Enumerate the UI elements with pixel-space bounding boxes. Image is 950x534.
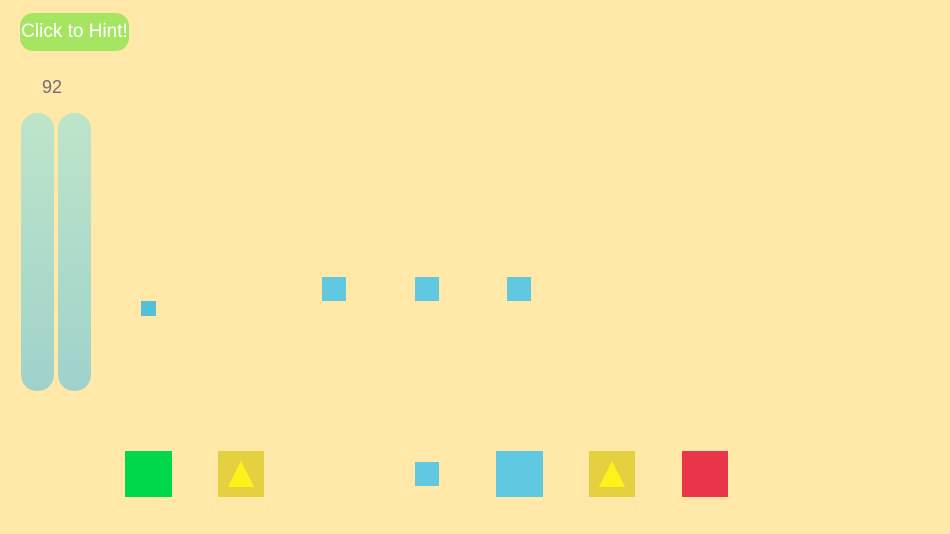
triangle-icon <box>228 461 254 487</box>
progress-bar-left <box>21 113 54 391</box>
progress-bar-right <box>58 113 91 391</box>
board-tile[interactable] <box>415 277 439 301</box>
hint-button[interactable]: Click to Hint! <box>20 13 129 51</box>
counter-value: 92 <box>41 77 63 97</box>
tray-tile-blue[interactable] <box>496 451 543 497</box>
triangle-icon <box>599 461 625 487</box>
board-tile[interactable] <box>322 277 346 301</box>
tray-tile-green[interactable] <box>125 451 172 497</box>
tray-tile-blue-small[interactable] <box>415 462 439 486</box>
board-tile-small[interactable] <box>141 301 156 316</box>
tray-tile-yellow[interactable] <box>218 451 264 497</box>
tray-tile-yellow[interactable] <box>589 451 635 497</box>
tray-tile-red[interactable] <box>682 451 728 497</box>
board-tile[interactable] <box>507 277 531 301</box>
